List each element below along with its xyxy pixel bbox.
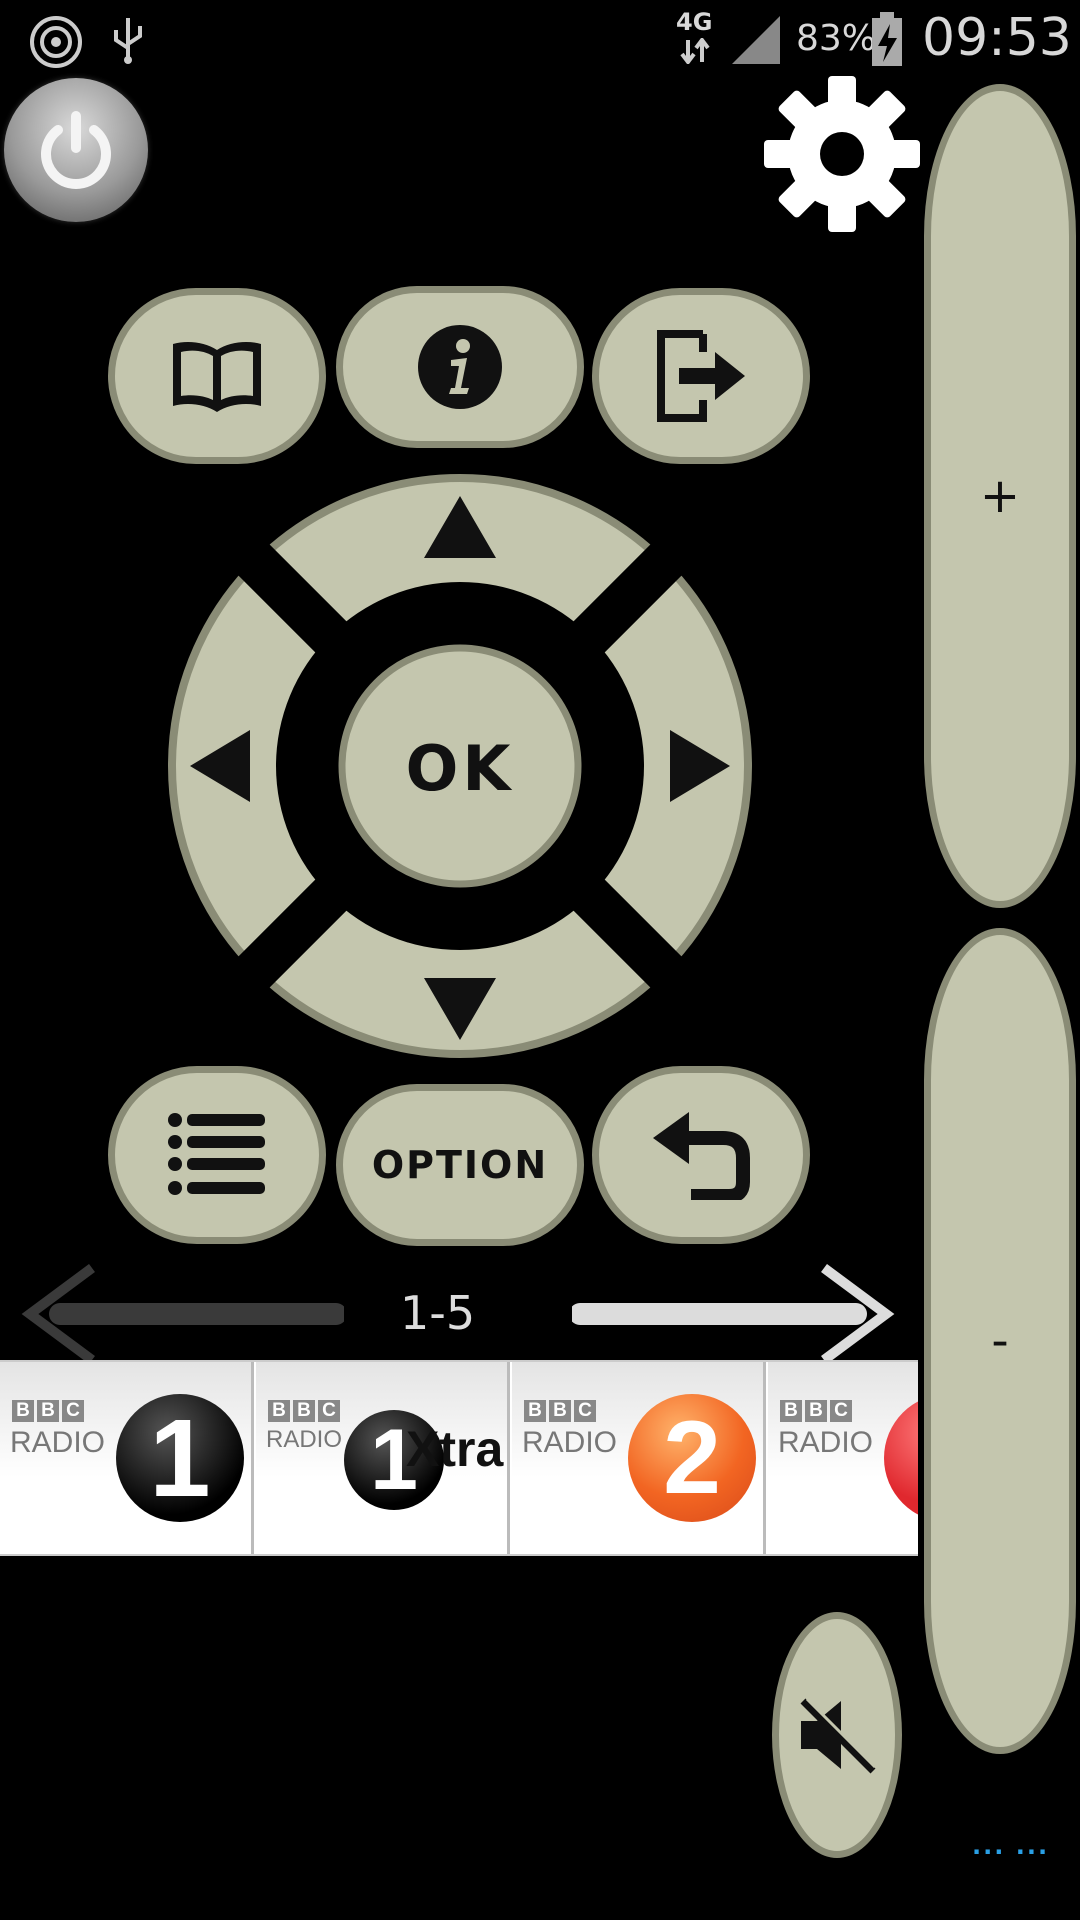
volume-down-button[interactable]: - xyxy=(924,928,1076,1754)
battery-percentage: 83% xyxy=(796,18,877,59)
station-tile-radio1[interactable]: B B C RADIO 1 xyxy=(0,1362,254,1554)
option-button[interactable]: OPTION xyxy=(336,1084,584,1246)
bbc-letter: B xyxy=(805,1400,827,1422)
signal-icon xyxy=(732,16,780,64)
mute-button[interactable] xyxy=(772,1612,902,1858)
station-number-badge: 2 xyxy=(628,1394,756,1522)
station-number-badge xyxy=(884,1394,918,1522)
bbc-letter: B xyxy=(549,1400,571,1422)
ok-button[interactable]: OK xyxy=(342,650,578,886)
prev-page-arrow[interactable] xyxy=(20,1264,344,1364)
option-label: OPTION xyxy=(371,1143,549,1187)
station-tile-1xtra[interactable]: B B C RADIO 1 Xtra xyxy=(256,1362,510,1554)
info-icon xyxy=(418,325,502,409)
bbc-letter: C xyxy=(830,1400,852,1422)
status-bar: 4G 83% 09:53 xyxy=(0,0,1080,80)
power-icon xyxy=(41,111,111,189)
bbc-letter: B xyxy=(293,1400,315,1422)
battery-charging-icon xyxy=(872,12,902,66)
radio-word: RADIO xyxy=(778,1426,874,1459)
exit-button[interactable] xyxy=(592,288,810,464)
station-number: 2 xyxy=(663,1399,721,1516)
radio-word: RADIO xyxy=(10,1426,106,1459)
back-arrow-icon xyxy=(653,1112,750,1200)
mute-icon xyxy=(800,1697,877,1774)
back-button[interactable] xyxy=(592,1066,810,1244)
station-carousel[interactable]: B B C RADIO 1 B B C RADIO 1 Xtra B B C R… xyxy=(0,1360,918,1556)
book-icon xyxy=(173,342,261,412)
station-tile-radio3[interactable]: B B C RADIO xyxy=(768,1362,918,1554)
volume-up-button[interactable]: + xyxy=(924,84,1076,908)
station-number-badge: 1 xyxy=(116,1394,244,1522)
bbc-letter: B xyxy=(268,1400,290,1422)
volume-down-label: - xyxy=(991,1313,1009,1369)
bbc-letter: C xyxy=(62,1400,84,1422)
ok-label: OK xyxy=(405,731,515,805)
page-indicator: 1-5 xyxy=(400,1286,476,1340)
bbc-logo: B B C xyxy=(780,1400,852,1422)
station-number: 1 xyxy=(149,1396,211,1520)
overflow-indicator: ... ... xyxy=(972,1832,1050,1860)
bbc-letter: B xyxy=(12,1400,34,1422)
list-button[interactable] xyxy=(108,1066,326,1244)
wifi-hotspot-icon xyxy=(30,16,82,68)
bbc-logo: B B C xyxy=(12,1400,84,1422)
radio-word: RADIO xyxy=(266,1426,343,1453)
data-arrows-icon xyxy=(680,38,710,64)
bbc-letter: B xyxy=(37,1400,59,1422)
usb-icon xyxy=(114,18,142,64)
station-tile-radio2[interactable]: B B C RADIO 2 xyxy=(512,1362,766,1554)
info-button[interactable] xyxy=(336,286,584,448)
power-button[interactable] xyxy=(4,78,148,222)
bbc-logo: B B C xyxy=(524,1400,596,1422)
exit-icon xyxy=(657,330,745,422)
bbc-letter: B xyxy=(524,1400,546,1422)
bbc-letter: C xyxy=(574,1400,596,1422)
network-type: 4G xyxy=(676,8,713,36)
next-page-arrow[interactable] xyxy=(572,1264,896,1364)
bbc-letter: C xyxy=(318,1400,340,1422)
bbc-letter: B xyxy=(780,1400,802,1422)
bbc-logo: B B C xyxy=(268,1400,340,1422)
radio-word: RADIO xyxy=(522,1426,618,1459)
station-suffix: Xtra xyxy=(406,1421,504,1477)
list-icon xyxy=(168,1113,265,1195)
guide-button[interactable] xyxy=(108,288,326,464)
settings-gear-button[interactable] xyxy=(762,74,922,234)
clock: 09:53 xyxy=(922,8,1072,68)
volume-up-label: + xyxy=(979,468,1021,524)
